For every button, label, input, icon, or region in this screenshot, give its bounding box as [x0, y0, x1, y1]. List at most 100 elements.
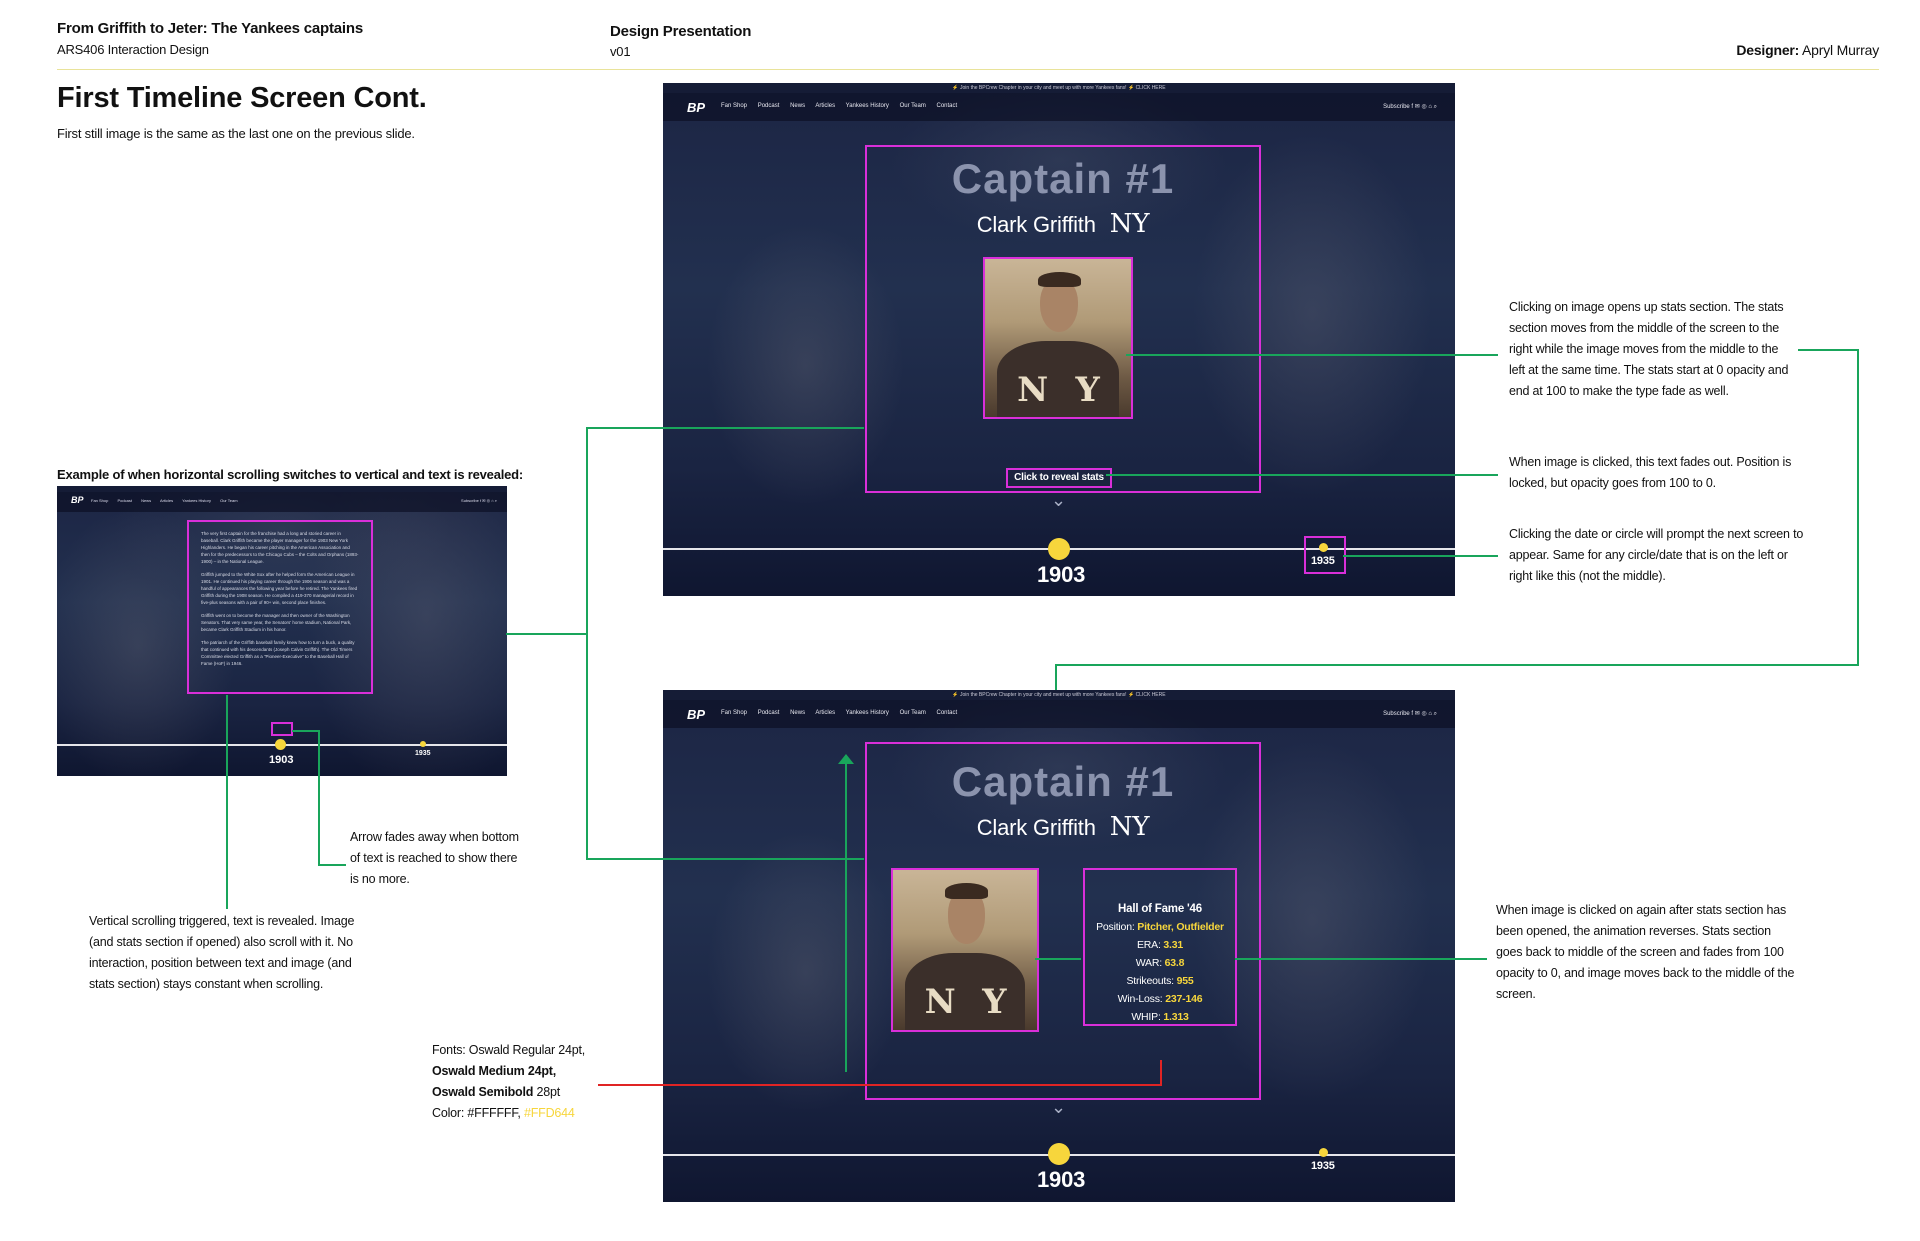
timeline-dot-next[interactable]: [1319, 543, 1328, 552]
stat-label: WAR:: [1135, 957, 1162, 969]
color-accent-swatch: #FFD644: [523, 1106, 575, 1120]
nav-item[interactable]: Podcast: [117, 498, 131, 503]
timeline-dot-current[interactable]: [1048, 1143, 1070, 1165]
nav-item-podcast[interactable]: Podcast: [758, 103, 780, 109]
reveal-stats-button[interactable]: Click to reveal stats: [1006, 468, 1112, 488]
note-vertical-scroll: Vertical scrolling triggered, text is re…: [89, 914, 355, 991]
connector-example-out: [506, 633, 588, 635]
nav-item-fan-shop[interactable]: Fan Shop: [721, 710, 747, 716]
stat-value: Pitcher, Outfielder: [1137, 921, 1224, 933]
year-current[interactable]: 1903: [1037, 562, 1085, 588]
nav-item[interactable]: News: [141, 498, 151, 503]
timeline-dot-current[interactable]: [1048, 538, 1070, 560]
nav-item[interactable]: Our Team: [220, 498, 238, 503]
font-medium: Oswald Medium 24pt,: [432, 1064, 557, 1078]
jersey-letter-y: Y: [982, 982, 1007, 1022]
stats-panel: Hall of Fame '46 Position: Pitcher, Outf…: [1083, 868, 1237, 1026]
stat-value: 955: [1176, 975, 1194, 987]
connector-fonts-up: [1160, 1060, 1162, 1086]
example-screen: BP Fan Shop Podcast News Articles Yankee…: [57, 486, 507, 776]
nav-item-news[interactable]: News: [790, 710, 805, 716]
stat-row-position: Position: Pitcher, Outfielder: [1085, 918, 1235, 936]
year-current[interactable]: 1903: [1037, 1167, 1085, 1193]
year-current[interactable]: 1903: [269, 754, 293, 766]
font-semibold-row: Oswald Semibold 28pt: [432, 1082, 585, 1103]
timeline-dot-next[interactable]: [1319, 1148, 1328, 1157]
connector-vertical-right: [1857, 349, 1859, 665]
nav-item-news[interactable]: News: [790, 103, 805, 109]
announcement-banner[interactable]: ⚡ Join the BPCrew Chapter in your city a…: [663, 690, 1455, 700]
stat-row-whip: WHIP: 1.313: [1085, 1008, 1235, 1026]
portrait-jersey: [904, 953, 1026, 1030]
nav-item-fan-shop[interactable]: Fan Shop: [721, 103, 747, 109]
player-portrait[interactable]: N Y: [891, 868, 1039, 1032]
nav-menu: Fan Shop Podcast News Articles Yankees H…: [721, 710, 966, 716]
timeline-dot-current[interactable]: [275, 739, 286, 750]
nav-right-icons[interactable]: Subscribe f ✉ ◎ ⌂ ⌕: [1383, 710, 1437, 718]
nav-item-contact[interactable]: Contact: [936, 710, 957, 716]
note-arrow-fade: Arrow fades away when bottom of text is …: [350, 830, 519, 886]
nav-item-articles[interactable]: Articles: [815, 710, 835, 716]
player-portrait[interactable]: N Y: [983, 257, 1133, 419]
jersey-letter-y: Y: [1075, 369, 1100, 410]
portrait-jersey: [996, 341, 1120, 417]
player-name-row: Clark Griffith NY: [867, 812, 1259, 842]
nav-item-podcast[interactable]: Podcast: [758, 710, 780, 716]
player-name: Clark Griffith: [976, 212, 1096, 237]
nav-item[interactable]: Fan Shop: [91, 498, 108, 503]
site-logo[interactable]: BP: [71, 495, 84, 505]
note-date-click: Clicking the date or circle will prompt …: [1509, 527, 1804, 583]
portrait-hair: [1037, 271, 1082, 288]
header-divider: [57, 69, 1879, 70]
nav-right-icons[interactable]: Subscribe f ✉ ◎ ⌂ ⌕: [1383, 103, 1437, 111]
font-colors-row: Color: #FFFFFF, #FFD644: [432, 1103, 585, 1124]
project-title: From Griffith to Jeter: The Yankees capt…: [57, 20, 364, 37]
year-next[interactable]: 1935: [415, 750, 431, 757]
nav-menu: Fan Shop Podcast News Articles Yankees H…: [91, 498, 246, 503]
nav-item[interactable]: Yankees History: [182, 498, 211, 503]
stat-label: Strikeouts:: [1126, 975, 1174, 987]
nav-item-contact[interactable]: Contact: [936, 103, 957, 109]
designer-label: Designer:: [1736, 42, 1800, 58]
nav-item-articles[interactable]: Articles: [815, 103, 835, 109]
year-next[interactable]: 1935: [1311, 555, 1335, 567]
scroll-arrow-highlight: [271, 722, 293, 736]
announcement-banner[interactable]: ⚡ Join the BPCrew Chapter in your city a…: [663, 83, 1455, 93]
connector-fonts: [598, 1084, 1162, 1086]
nav-item-our-team[interactable]: Our Team: [900, 710, 926, 716]
story-paragraph: Griffith went on to become the manager a…: [201, 613, 352, 632]
note-text-fade: When image is clicked, this text fades o…: [1509, 455, 1792, 490]
nav-item-yankees-history[interactable]: Yankees History: [846, 103, 889, 109]
timeline-screen-default: ⚡ Join the BPCrew Chapter in your city a…: [663, 83, 1455, 596]
jersey-letter-n: N: [1017, 369, 1049, 410]
connector-arrow-vertical: [318, 730, 320, 866]
site-logo[interactable]: BP: [687, 100, 705, 115]
designer-credit: Designer: Apryl Murray: [1736, 42, 1879, 58]
stat-row-win-loss: Win-Loss: 237-146: [1085, 990, 1235, 1008]
captain-card-highlight: Captain #1 Clark Griffith NY N Y Hall of …: [865, 742, 1261, 1100]
nav-right[interactable]: Subscribe f ✉ ◎ ⌂ ⌕: [461, 498, 497, 503]
player-name: Clark Griffith: [976, 815, 1096, 840]
note-animation-reverse: When image is clicked on again after sta…: [1496, 903, 1795, 1001]
nav-item-our-team[interactable]: Our Team: [900, 103, 926, 109]
story-paragraph: Griffith jumped to the White Sox after h…: [201, 572, 358, 605]
color-label: Color: #FFFFFF,: [432, 1106, 521, 1120]
nav-item[interactable]: Articles: [160, 498, 173, 503]
stat-row-era: ERA: 3.31: [1085, 936, 1235, 954]
player-name-row: Clark Griffith NY: [867, 209, 1259, 239]
connector-to-top-screen: [586, 427, 864, 429]
captain-number: Captain #1: [951, 758, 1175, 805]
connector-note-right: [1798, 349, 1858, 351]
nav-item-yankees-history[interactable]: Yankees History: [846, 710, 889, 716]
font-regular: Fonts: Oswald Regular 24pt,: [432, 1043, 586, 1057]
connector-textbox-note: [226, 695, 228, 909]
stat-row-war: WAR: 63.8: [1085, 954, 1235, 972]
year-next[interactable]: 1935: [1311, 1160, 1335, 1172]
stat-label: ERA:: [1136, 939, 1161, 951]
note-image-click: Clicking on image opens up stats section…: [1509, 300, 1789, 398]
captain-card-highlight: Captain #1 Clark Griffith NY N Y Click to…: [865, 145, 1261, 493]
stat-label: Position:: [1096, 921, 1135, 933]
stat-label: Win-Loss:: [1117, 993, 1163, 1005]
timeline-dot-next[interactable]: [420, 741, 426, 747]
site-logo[interactable]: BP: [687, 707, 705, 722]
